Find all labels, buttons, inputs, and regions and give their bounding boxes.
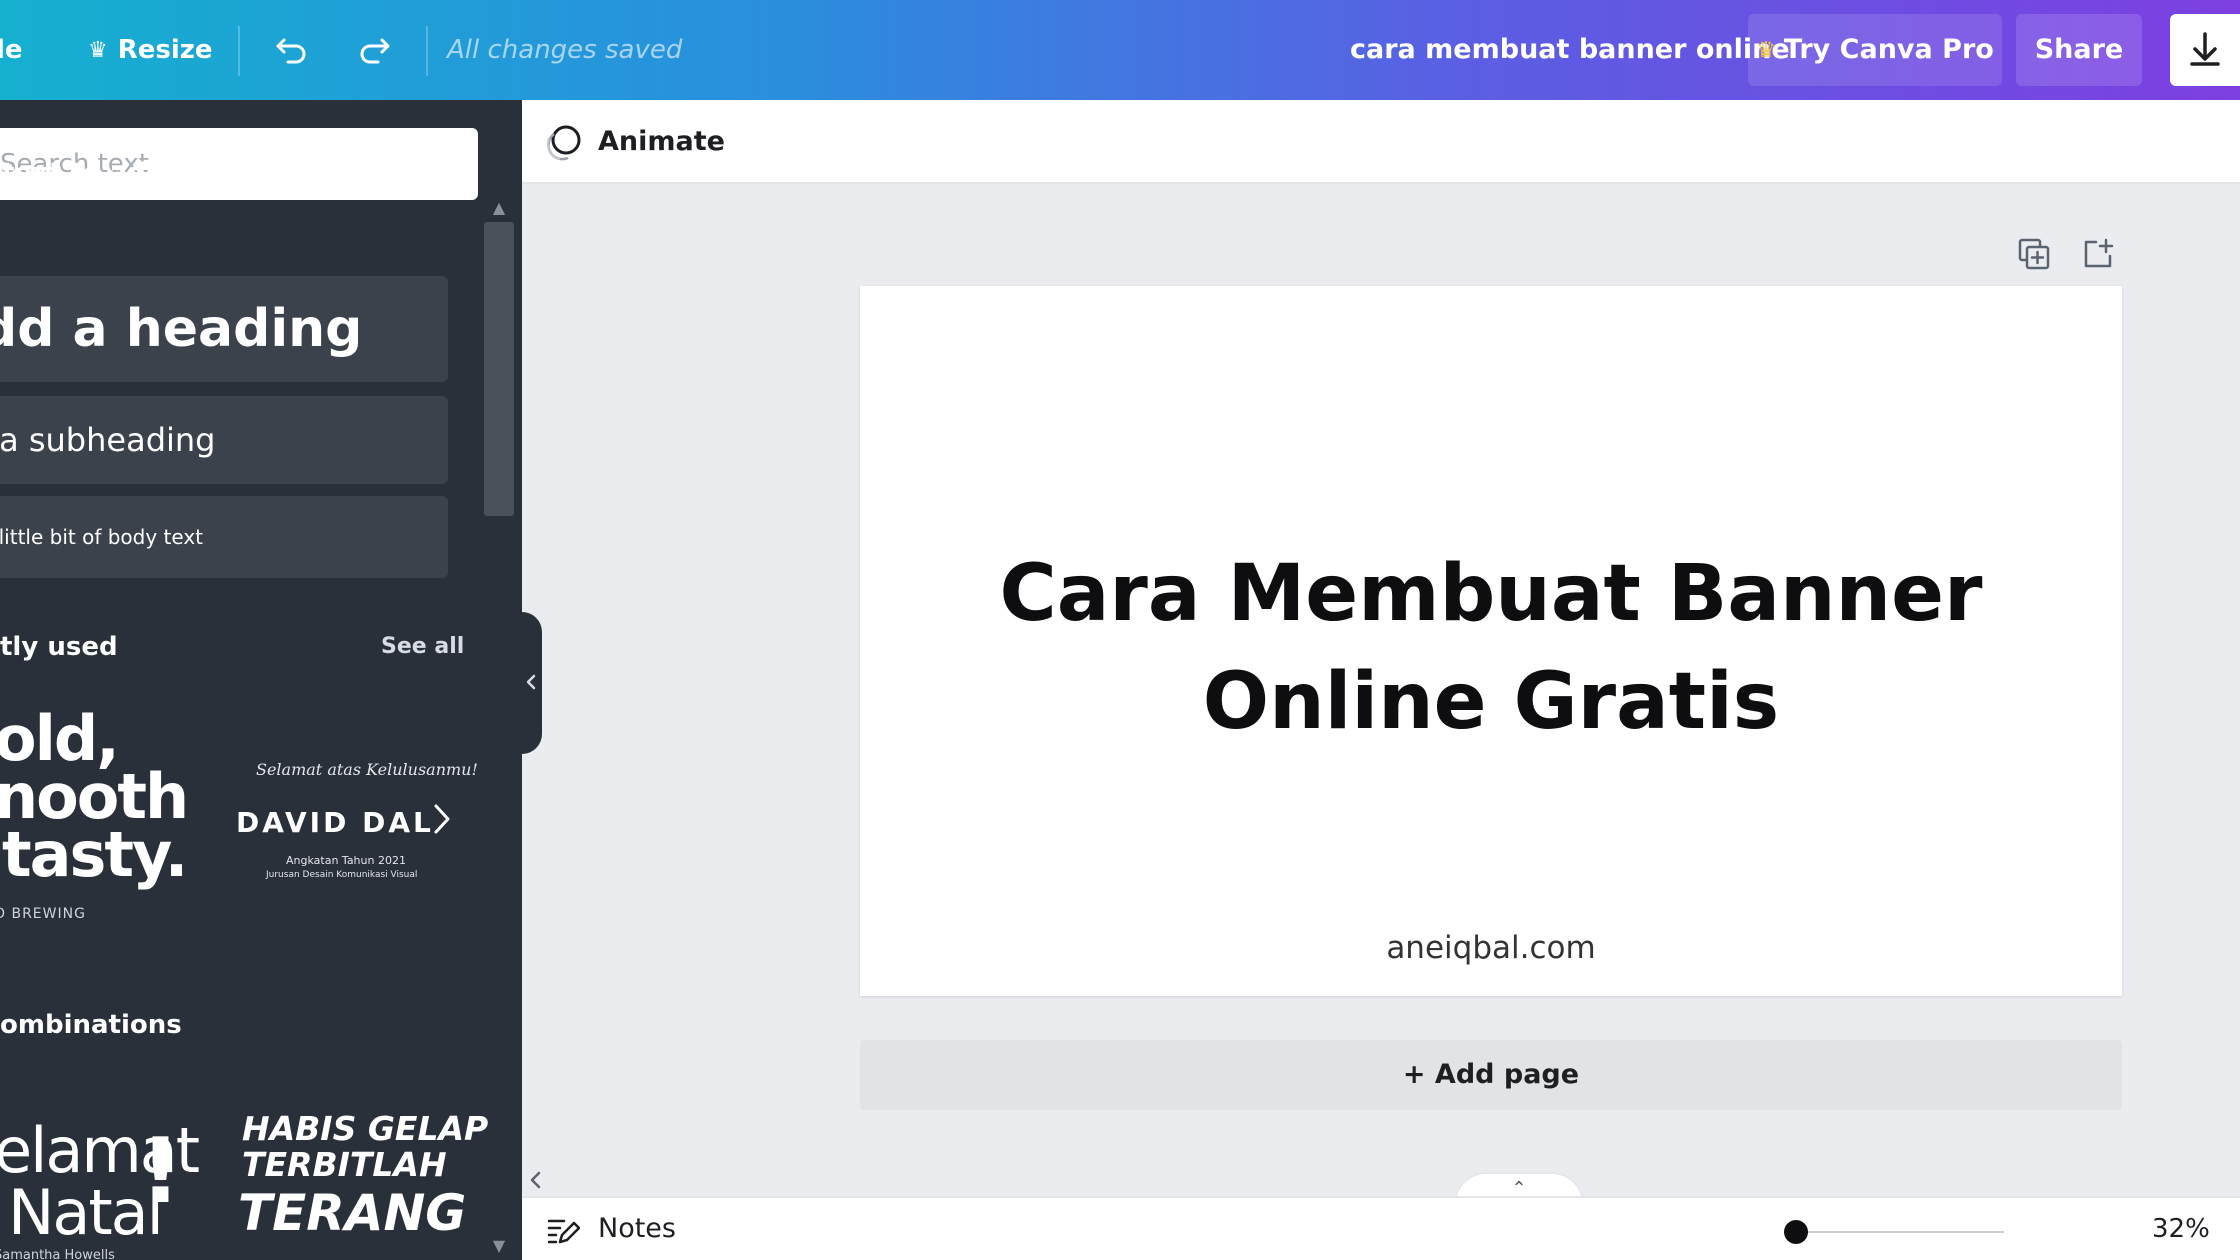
try-pro-label: Try Canva Pro bbox=[1783, 34, 1994, 65]
animate-icon[interactable] bbox=[544, 122, 584, 162]
duplicate-page-icon[interactable] bbox=[2016, 236, 2052, 272]
redo-icon[interactable] bbox=[352, 28, 396, 72]
thumbnail-caption: O BREWING bbox=[0, 906, 86, 922]
bottom-bar: Notes 32% bbox=[522, 1196, 2240, 1260]
text-panel: text to add to page dd a heading l a sub… bbox=[0, 100, 522, 1260]
see-all-link[interactable]: See all bbox=[381, 634, 464, 659]
add-heading-button[interactable]: dd a heading bbox=[0, 276, 448, 382]
banner-footer-text[interactable]: aneiqbal.com bbox=[860, 930, 2122, 966]
save-status: All changes saved bbox=[447, 35, 683, 65]
document-title[interactable]: cara membuat banner online bbox=[1350, 0, 1790, 100]
font-combinations-heading: ombinations bbox=[0, 1010, 182, 1040]
chevron-right-icon[interactable] bbox=[432, 802, 452, 836]
thumbnail-text: HABIS GELAP bbox=[242, 1109, 489, 1148]
thumbnail-text: Natal bbox=[8, 1176, 164, 1249]
zoom-slider-handle[interactable] bbox=[1784, 1220, 1808, 1244]
thumbnail-text: TERBITLAH bbox=[242, 1145, 447, 1184]
click-to-add-label: text to add to page bbox=[2, 158, 286, 188]
banner-heading-line: Online Gratis bbox=[1202, 657, 1780, 747]
chevron-left-icon[interactable] bbox=[526, 1168, 546, 1192]
resize-label: Resize bbox=[117, 35, 213, 65]
resize-button[interactable]: ♛ Resize bbox=[88, 0, 213, 100]
recently-used-heading: tly used bbox=[0, 632, 118, 662]
banner-heading-line: Cara Membuat Banner bbox=[999, 549, 1983, 639]
undo-icon[interactable] bbox=[270, 28, 314, 72]
thumbnail-text: tasty. bbox=[2, 818, 188, 891]
thumbnail-text: Angkatan Tahun 2021 bbox=[286, 854, 406, 867]
add-page-icon[interactable] bbox=[2080, 236, 2116, 272]
font-combo-thumbnail[interactable]: old, nooth tasty. O BREWING bbox=[0, 708, 189, 1030]
font-combo-thumbnail[interactable]: elamat Natal ! Samantha Howells bbox=[0, 1119, 200, 1260]
thumbnail-text: Jurusan Desain Komunikasi Visual bbox=[266, 870, 418, 880]
banner-heading[interactable]: Cara Membuat Banner Online Gratis bbox=[860, 540, 2122, 756]
share-button[interactable]: Share bbox=[2016, 14, 2142, 86]
add-page-button[interactable]: + Add page bbox=[860, 1040, 2122, 1110]
panel-scrollbar-thumb[interactable] bbox=[484, 222, 514, 516]
download-icon bbox=[2190, 32, 2220, 66]
thumbnail-text: DAVID DAL bbox=[236, 806, 434, 839]
scroll-up-icon[interactable]: ▲ bbox=[484, 196, 514, 220]
zoom-level[interactable]: 32% bbox=[2152, 1198, 2210, 1260]
scroll-down-icon[interactable]: ▼ bbox=[484, 1234, 514, 1258]
add-body-text-button[interactable]: a little bit of body text bbox=[0, 496, 448, 578]
crown-icon: ♛ bbox=[88, 38, 108, 63]
font-combo-thumbnail[interactable]: Selamat atas Kelulusanmu! DAVID DAL Angk… bbox=[234, 750, 478, 990]
crown-icon: ♛ bbox=[1756, 38, 1776, 63]
toolbar-divider bbox=[238, 26, 240, 76]
design-page[interactable]: Cara Membuat Banner Online Gratis aneiqb… bbox=[860, 286, 2122, 996]
zoom-slider-track[interactable] bbox=[1794, 1231, 2004, 1233]
notes-button[interactable]: Notes bbox=[598, 1198, 676, 1260]
thumbnail-text: TERANG bbox=[238, 1184, 467, 1242]
animate-button[interactable]: Animate bbox=[598, 100, 725, 184]
collapse-panel-button[interactable] bbox=[522, 612, 542, 754]
font-combo-thumbnail[interactable]: HABIS GELAP TERBITLAH TERANG bbox=[238, 1110, 488, 1260]
toolbar-divider bbox=[426, 26, 428, 76]
exclamation-mark: ! bbox=[140, 1119, 182, 1224]
download-button[interactable] bbox=[2170, 14, 2240, 86]
thumbnail-text: Selamat atas Kelulusanmu! bbox=[256, 760, 478, 779]
editor-toolbar: Animate bbox=[522, 100, 2240, 184]
chevron-left-icon bbox=[526, 674, 536, 690]
try-canva-pro-button[interactable]: ♛ Try Canva Pro bbox=[1748, 14, 2002, 86]
notes-icon[interactable] bbox=[546, 1214, 580, 1246]
add-subheading-button[interactable]: l a subheading bbox=[0, 396, 448, 484]
top-bar: le ♛ Resize All changes saved cara membua… bbox=[0, 0, 2240, 100]
file-menu-button[interactable]: le bbox=[0, 0, 23, 100]
thumbnail-caption: Samantha Howells bbox=[0, 1248, 115, 1260]
